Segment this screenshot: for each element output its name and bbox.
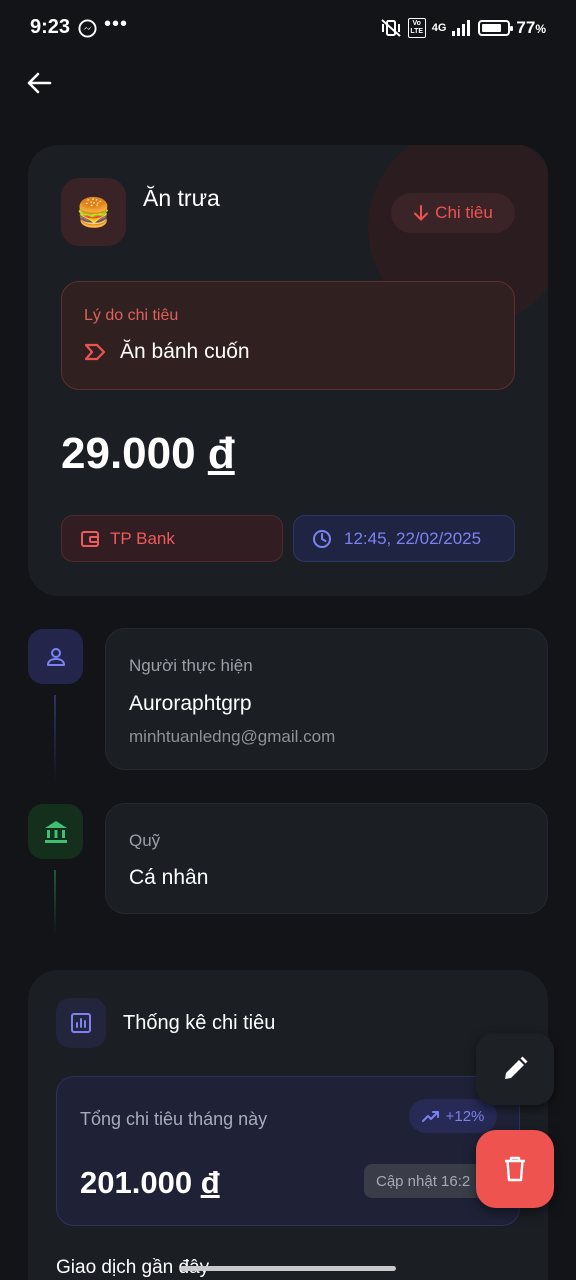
status-time: 9:23 <box>30 16 71 38</box>
arrow-down-icon <box>414 205 429 221</box>
bank-chip[interactable]: TP Bank <box>61 515 283 562</box>
battery-percent: 77% <box>516 18 546 37</box>
trend-badge: +12% <box>409 1099 497 1133</box>
delete-button[interactable] <box>476 1130 554 1208</box>
transaction-amount: 29.000 đ <box>61 429 235 478</box>
edit-button[interactable] <box>476 1033 554 1105</box>
fund-label: Quỹ <box>129 831 161 850</box>
trending-up-icon <box>421 1111 439 1122</box>
back-button[interactable] <box>22 66 56 100</box>
fund-card: Quỹ Cá nhân <box>105 803 548 914</box>
status-more-dots: ••• <box>104 13 129 35</box>
battery-icon <box>478 20 514 36</box>
signal-icon <box>452 20 471 36</box>
transaction-type-label: Chi tiêu <box>435 203 493 222</box>
stats-title: Thống kê chi tiêu <box>123 1012 276 1034</box>
clock-icon <box>313 529 331 548</box>
performer-label: Người thực hiện <box>129 656 253 675</box>
performer-name: Auroraphtgrp <box>129 692 252 715</box>
arrow-left-icon <box>27 72 52 94</box>
reason-value-row: Ăn bánh cuốn <box>84 340 250 364</box>
performer-card: Người thực hiện Auroraphtgrp minhtuanled… <box>105 628 548 770</box>
monthly-total-amount: 201.000 đ <box>80 1165 220 1200</box>
reason-label: Lý do chi tiêu <box>84 307 179 324</box>
messenger-icon <box>78 19 97 38</box>
label-tag-icon <box>84 343 106 361</box>
fund-value: Cá nhân <box>129 866 209 889</box>
datetime-chip[interactable]: 12:45, 22/02/2025 <box>293 515 515 562</box>
transaction-datetime: 12:45, 22/02/2025 <box>344 528 482 548</box>
timeline-line <box>54 695 56 785</box>
pencil-icon <box>505 1056 528 1079</box>
bank-name: TP Bank <box>110 528 175 548</box>
volte-badge: Vo LTE <box>407 18 426 38</box>
person-icon <box>46 647 65 666</box>
transaction-card: 🍔 Ăn trưa Chi tiêu Lý do chi tiêu Ăn bán… <box>28 145 548 596</box>
network-label: 4G <box>431 22 447 34</box>
bank-icon <box>44 820 67 843</box>
transaction-title: Ăn trưa <box>143 185 220 211</box>
trash-icon <box>505 1156 525 1182</box>
performer-icon-box <box>28 629 83 684</box>
vibrate-off-icon <box>381 19 401 37</box>
reason-value: Ăn bánh cuốn <box>120 340 250 363</box>
reason-box: Lý do chi tiêu Ăn bánh cuốn <box>61 281 515 390</box>
timeline-line <box>54 870 56 935</box>
home-indicator[interactable] <box>180 1266 396 1271</box>
monthly-total-label: Tổng chi tiêu tháng này <box>80 1109 268 1129</box>
stats-icon-box <box>56 998 106 1048</box>
category-emoji: 🍔 <box>61 178 126 246</box>
performer-email: minhtuanledng@gmail.com <box>129 727 336 746</box>
wallet-icon <box>81 530 99 547</box>
status-right: Vo LTE 4G 77% <box>380 18 546 38</box>
monthly-total-box: Tổng chi tiêu tháng này +12% 201.000 đ C… <box>56 1076 520 1226</box>
stats-card: Thống kê chi tiêu Tổng chi tiêu tháng nà… <box>28 970 548 1280</box>
bar-chart-icon <box>71 1013 91 1033</box>
transaction-type-badge: Chi tiêu <box>391 193 515 233</box>
trend-value: +12% <box>445 1107 485 1125</box>
fund-icon-box <box>28 804 83 859</box>
